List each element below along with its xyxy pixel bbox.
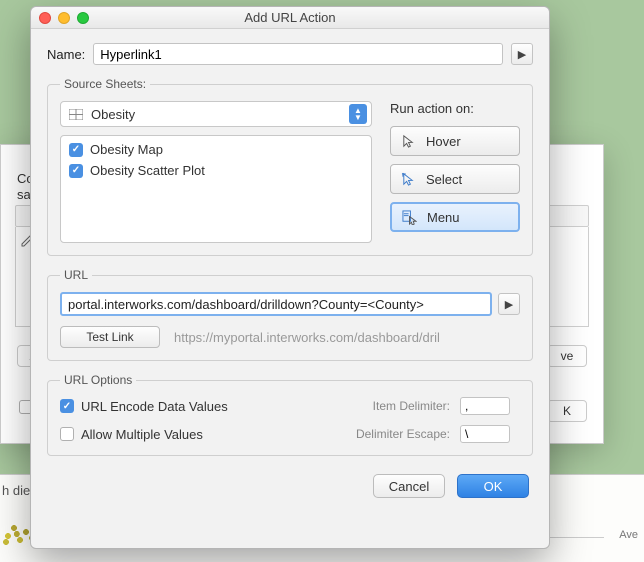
checkbox-checked-icon: ✓ bbox=[69, 143, 83, 157]
source-sheet-selected: Obesity bbox=[91, 107, 135, 122]
menu-icon bbox=[402, 210, 417, 225]
source-sheets-legend: Source Sheets: bbox=[60, 77, 150, 91]
checkbox-checked-icon: ✓ bbox=[60, 399, 74, 413]
run-action-hover[interactable]: Hover bbox=[390, 126, 520, 156]
cursor-icon bbox=[401, 134, 416, 149]
sheet-list: ✓ Obesity Map ✓ Obesity Scatter Plot bbox=[60, 135, 372, 243]
url-legend: URL bbox=[60, 268, 92, 282]
test-link-button[interactable]: Test Link bbox=[60, 326, 160, 348]
delimiter-escape-input[interactable] bbox=[460, 425, 510, 443]
titlebar[interactable]: Add URL Action bbox=[31, 7, 549, 29]
ok-button[interactable]: OK bbox=[457, 474, 529, 498]
url-encode-checkbox[interactable]: ✓ URL Encode Data Values bbox=[60, 399, 346, 414]
select-icon bbox=[401, 172, 416, 187]
name-input[interactable] bbox=[93, 43, 503, 65]
checkbox-checked-icon: ✓ bbox=[69, 164, 83, 178]
bg-k-button[interactable]: K bbox=[547, 400, 587, 422]
name-label: Name: bbox=[47, 47, 85, 62]
sheet-item-obesity-map[interactable]: ✓ Obesity Map bbox=[69, 142, 363, 157]
delimiter-escape-label: Delimiter Escape: bbox=[356, 427, 450, 441]
bg-ave: Ave bbox=[619, 529, 638, 541]
dialog-title: Add URL Action bbox=[31, 10, 549, 25]
cancel-button[interactable]: Cancel bbox=[373, 474, 445, 498]
item-delimiter-label: Item Delimiter: bbox=[356, 399, 450, 413]
bg-ve-button[interactable]: ve bbox=[547, 345, 587, 367]
source-sheet-dropdown[interactable]: Obesity ▲▼ bbox=[60, 101, 372, 127]
run-action-select[interactable]: Select bbox=[390, 164, 520, 194]
chevron-right-icon: ▶ bbox=[505, 298, 513, 311]
allow-multiple-checkbox[interactable]: Allow Multiple Values bbox=[60, 427, 346, 442]
url-fieldset: URL ▶ Test Link https://myportal.interwo… bbox=[47, 268, 533, 361]
source-sheets-fieldset: Source Sheets: Obesity ▲▼ ✓ Obesity Map bbox=[47, 77, 533, 256]
url-options-legend: URL Options bbox=[60, 373, 136, 387]
run-action-menu[interactable]: Menu bbox=[390, 202, 520, 232]
sheet-item-obesity-scatter[interactable]: ✓ Obesity Scatter Plot bbox=[69, 163, 363, 178]
checkbox-unchecked-icon bbox=[60, 427, 74, 441]
url-preview: https://myportal.interworks.com/dashboar… bbox=[174, 330, 440, 345]
url-field-menu-button[interactable]: ▶ bbox=[498, 293, 520, 315]
url-options-fieldset: URL Options ✓ URL Encode Data Values Ite… bbox=[47, 373, 533, 456]
sheet-icon bbox=[69, 109, 83, 120]
item-delimiter-input[interactable] bbox=[460, 397, 510, 415]
name-field-menu-button[interactable]: ▶ bbox=[511, 43, 533, 65]
add-url-action-dialog: Add URL Action Name: ▶ Source Sheets: Ob… bbox=[30, 6, 550, 549]
run-action-label: Run action on: bbox=[390, 101, 520, 116]
chevron-right-icon: ▶ bbox=[518, 48, 526, 61]
updown-icon: ▲▼ bbox=[349, 104, 367, 124]
url-input[interactable] bbox=[60, 292, 492, 316]
